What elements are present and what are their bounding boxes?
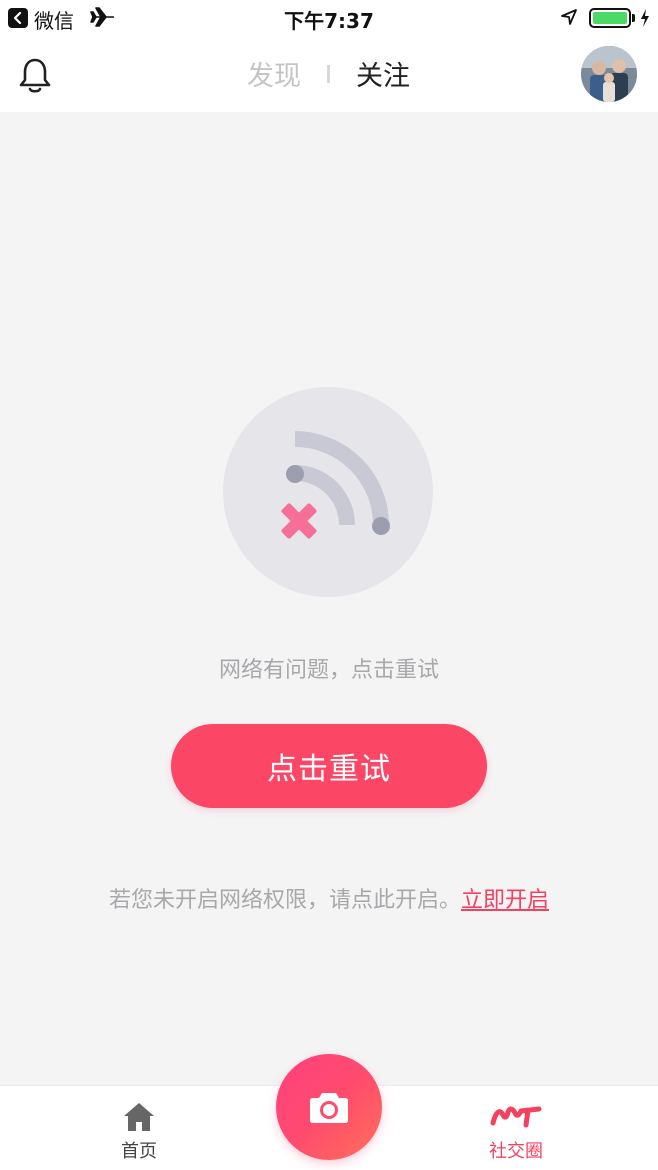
tab-social-circle-label: 社交圈	[489, 1141, 543, 1162]
permission-text: 若您未开启网络权限，请点此开启。	[108, 888, 461, 913]
camera-icon	[310, 1093, 348, 1123]
social-circle-icon	[490, 1101, 542, 1135]
top-nav: 发现 关注	[0, 38, 658, 112]
tab-discover[interactable]: 发现	[247, 54, 301, 93]
charging-bolt-icon	[639, 8, 651, 32]
battery-fill	[593, 12, 627, 24]
tab-follow[interactable]: 关注	[356, 54, 410, 93]
error-message: 网络有问题，点击重试	[218, 658, 439, 683]
no-network-icon	[223, 387, 433, 597]
avatar[interactable]	[581, 46, 637, 102]
battery-icon	[589, 8, 631, 28]
tab-social-circle[interactable]: 社交圈	[456, 1086, 576, 1170]
bell-icon[interactable]	[18, 56, 52, 94]
status-bar: 微信 下午7:37	[0, 0, 658, 38]
tab-divider	[327, 65, 330, 83]
retry-button[interactable]: 点击重试	[171, 724, 487, 808]
enable-now-link[interactable]: 立即开启	[461, 888, 549, 913]
permission-hint: 若您未开启网络权限，请点此开启。立即开启	[0, 882, 658, 914]
home-icon	[122, 1101, 156, 1135]
tab-home-label: 首页	[121, 1141, 157, 1162]
tab-home[interactable]: 首页	[79, 1086, 199, 1170]
camera-button[interactable]	[276, 1054, 382, 1160]
location-arrow-icon	[560, 8, 578, 30]
battery-cap	[632, 14, 635, 22]
